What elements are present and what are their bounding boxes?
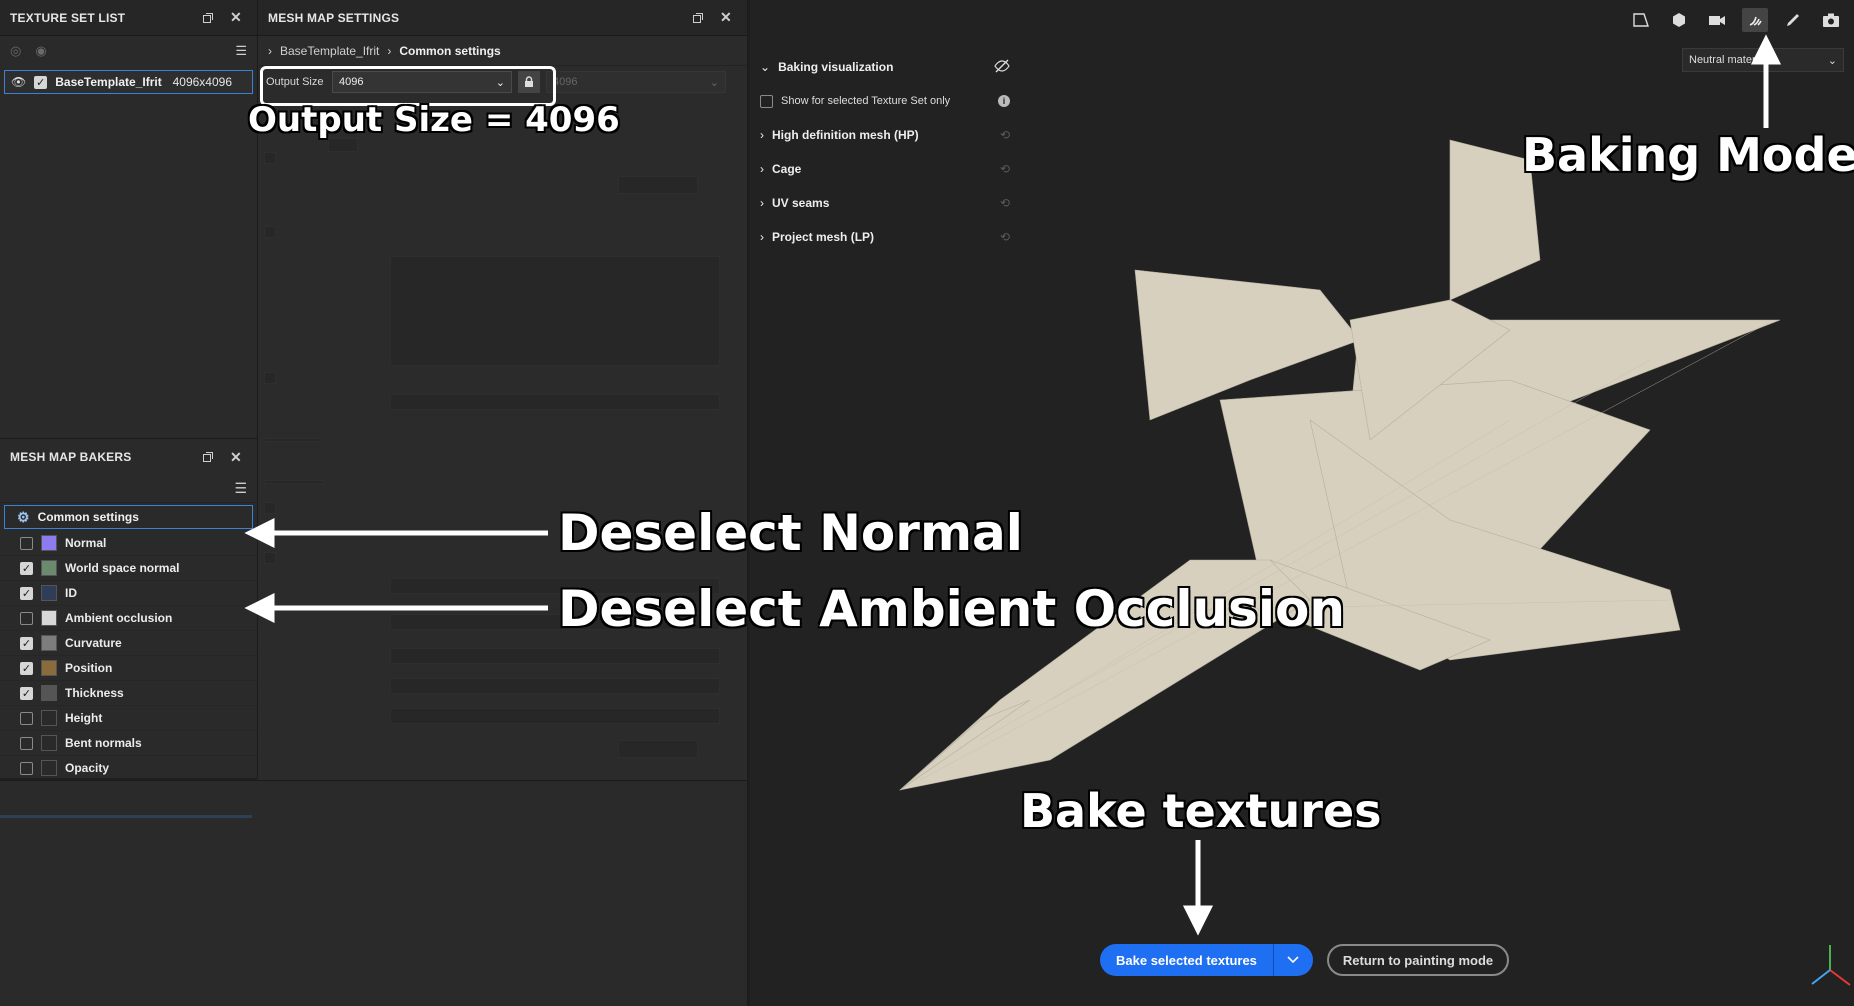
return-to-painting-button[interactable]: Return to painting mode [1326, 944, 1510, 976]
baker-checkbox[interactable] [20, 761, 33, 775]
close-icon[interactable]: ✕ [225, 7, 247, 29]
filter-menu-icon[interactable]: ☰ [235, 43, 247, 59]
output-size-linked-value: 4096 [553, 76, 578, 88]
panel-title: TEXTURE SET LIST [10, 10, 126, 25]
panel-title: MESH MAP SETTINGS [268, 10, 400, 25]
baker-label: Position [65, 661, 113, 675]
common-settings-label: Common settings [37, 510, 139, 524]
baker-label: Height [65, 711, 103, 725]
filter-menu-icon[interactable]: ☰ [234, 480, 247, 497]
common-settings-row[interactable]: ⚙ Common settings [4, 505, 253, 529]
chevron-right-icon: › [387, 43, 392, 58]
baking-log-panel [0, 780, 748, 1006]
baker-row[interactable]: Ambient occlusion [0, 606, 257, 631]
texture-set-name: BaseTemplate_Ifrit [55, 75, 162, 89]
texture-set-row[interactable]: 👁 ✓ BaseTemplate_Ifrit 4096x4096 [4, 70, 253, 94]
panel-title: MESH MAP BAKERS [10, 450, 132, 464]
baker-checkbox[interactable]: ✓ [20, 686, 33, 700]
baker-thumbnail [41, 610, 57, 626]
bake-selected-button[interactable]: Bake selected textures [1100, 944, 1273, 976]
baker-row[interactable]: ✓ World space normal [0, 556, 257, 581]
output-size-linked-select: 4096 ⌄ [546, 71, 726, 93]
breadcrumb-current: Common settings [399, 43, 501, 58]
bake-bar: Bake selected textures Return to paintin… [1100, 944, 1510, 976]
baker-label: Bent normals [65, 736, 142, 750]
baker-row[interactable]: ✓ ID [0, 581, 257, 606]
breadcrumb-root[interactable]: BaseTemplate_Ifrit [280, 44, 379, 58]
annotation-output-size: Output Size = 4096 [248, 100, 620, 140]
baker-row[interactable]: Normal [0, 531, 257, 556]
baker-label: ID [65, 586, 77, 600]
visibility-icon[interactable]: ◉ [35, 43, 46, 59]
chevron-right-icon: › [268, 43, 272, 58]
mesh-map-bakers-panel: MESH MAP BAKERS ✕ ☰ ⚙ Common settings No… [0, 438, 258, 781]
baker-list: Normal ✓ World space normal ✓ ID Ambient occl… [0, 531, 257, 781]
baker-row[interactable]: ✓ Position [0, 656, 257, 681]
baker-label: World space normal [65, 561, 180, 575]
baker-label: Opacity [65, 761, 110, 775]
annotation-deselect-normal: Deselect Normal [558, 504, 1023, 562]
baker-row[interactable]: Bent normals [0, 731, 257, 756]
baker-row[interactable]: ✓ Thickness [0, 681, 257, 706]
baker-thumbnail [41, 760, 57, 776]
baker-checkbox[interactable]: ✓ [20, 661, 33, 675]
texture-set-resolution: 4096x4096 [172, 75, 232, 89]
baker-checkbox[interactable]: ✓ [20, 561, 33, 575]
baking-log-content [0, 781, 747, 848]
baker-checkbox[interactable]: ✓ [20, 586, 33, 600]
mesh-map-settings-header: MESH MAP SETTINGS ✕ [258, 0, 747, 36]
baker-thumbnail [41, 535, 57, 551]
annotation-bake-textures: Bake textures [1020, 784, 1382, 838]
baker-thumbnail [41, 685, 57, 701]
mesh-map-bakers-header: MESH MAP BAKERS ✕ [0, 439, 257, 475]
baker-row[interactable]: Height [0, 706, 257, 731]
undock-icon[interactable] [197, 446, 219, 468]
close-icon[interactable]: ✕ [225, 446, 247, 468]
bake-options-dropdown[interactable] [1272, 944, 1313, 976]
baker-checkbox[interactable]: ✓ [20, 636, 33, 650]
baking-log-tabs [0, 818, 747, 848]
baking-log-header [0, 781, 747, 815]
baker-label: Curvature [65, 636, 122, 650]
baker-thumbnail [41, 660, 57, 676]
bakers-toolbar: ☰ [0, 475, 257, 503]
texture-set-list-panel: TEXTURE SET LIST ✕ ◎ ◉ ☰ 👁 ✓ BaseTemplat… [0, 0, 258, 440]
baker-row[interactable]: Opacity [0, 756, 257, 781]
baker-label: Normal [65, 536, 107, 550]
chevron-down-icon: ⌄ [709, 76, 719, 89]
baker-checkbox[interactable] [20, 711, 33, 725]
baker-checkbox[interactable] [20, 611, 33, 625]
axis-gizmo [1811, 945, 1851, 986]
baker-thumbnail [41, 585, 57, 601]
baker-label: Thickness [65, 686, 124, 700]
hide-all-icon[interactable]: ◎ [10, 43, 21, 59]
baker-row[interactable]: ✓ Curvature [0, 631, 257, 656]
texture-set-toolbar: ◎ ◉ ☰ [0, 36, 257, 66]
app: TEXTURE SET LIST ✕ ◎ ◉ ☰ 👁 ✓ BaseTemplat… [0, 0, 1854, 1006]
baker-checkbox[interactable] [20, 536, 33, 550]
annotation-baking-mode: Baking Mode [1522, 128, 1854, 182]
undock-icon[interactable] [197, 7, 219, 29]
annotation-deselect-ao: Deselect Ambient Occlusion [558, 580, 1345, 638]
breadcrumb: › BaseTemplate_Ifrit › Common settings [258, 36, 747, 66]
baker-label: Ambient occlusion [65, 611, 173, 625]
texture-set-checkbox[interactable]: ✓ [34, 75, 48, 89]
eye-icon[interactable]: 👁 [11, 75, 26, 89]
close-icon[interactable]: ✕ [715, 7, 737, 29]
texture-set-list-header: TEXTURE SET LIST ✕ [0, 0, 257, 36]
baker-thumbnail [41, 735, 57, 751]
baker-thumbnail [41, 560, 57, 576]
baker-thumbnail [41, 635, 57, 651]
baker-checkbox[interactable] [20, 736, 33, 750]
undock-icon[interactable] [687, 7, 709, 29]
baker-thumbnail [41, 710, 57, 726]
gear-icon: ⚙ [17, 508, 30, 525]
